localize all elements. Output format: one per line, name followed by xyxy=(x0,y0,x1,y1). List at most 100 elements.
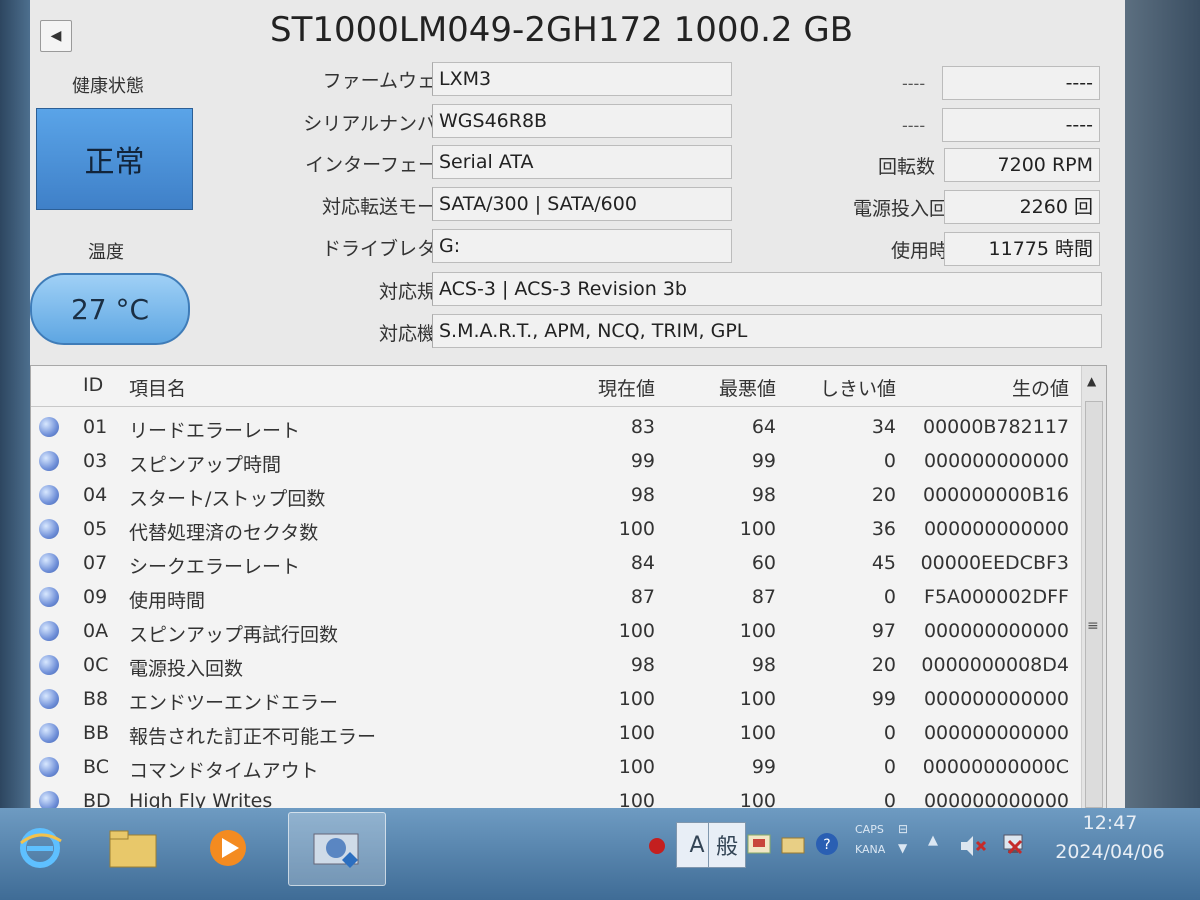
cell-worst: 64 xyxy=(751,416,776,438)
temperature-label: 温度 xyxy=(88,242,124,263)
drive-letter-field: G: xyxy=(432,229,732,263)
column-name[interactable]: 項目名 xyxy=(129,374,186,401)
status-dot-icon xyxy=(39,791,59,808)
column-worst[interactable]: 最悪値 xyxy=(719,374,776,401)
red-balloon-icon xyxy=(649,838,665,854)
ime-mode-label: A xyxy=(689,832,705,858)
cell-worst: 100 xyxy=(739,518,776,540)
media-player-button[interactable] xyxy=(193,818,263,878)
cell-threshold: 97 xyxy=(871,620,896,642)
cell-current: 98 xyxy=(630,484,655,506)
standard-field: ACS-3 | ACS-3 Revision 3b xyxy=(432,272,1102,306)
column-id[interactable]: ID xyxy=(83,374,103,396)
network-button[interactable] xyxy=(995,824,1031,866)
table-row[interactable]: BC コマンドタイムアウト 100 99 0 00000000000C xyxy=(31,751,1081,784)
status-dot-icon xyxy=(39,587,59,607)
table-row[interactable]: 05 代替処理済のセクタ数 100 100 36 000000000000 xyxy=(31,513,1081,546)
column-current[interactable]: 現在値 xyxy=(598,374,655,401)
scroll-grip-icon: ≡ xyxy=(1087,618,1099,634)
table-scrollbar[interactable]: ▲ ≡ xyxy=(1081,366,1106,808)
folder-icon xyxy=(109,830,157,868)
cell-threshold: 20 xyxy=(871,654,896,676)
column-threshold[interactable]: しきい値 xyxy=(820,374,896,401)
ime-general-button[interactable]: 般 xyxy=(708,822,746,868)
cell-id: BD xyxy=(83,790,111,808)
table-row[interactable]: 07 シークエラーレート 84 60 45 00000EEDCBF3 xyxy=(31,547,1081,580)
cell-name: リードエラーレート xyxy=(129,420,301,442)
cell-current: 100 xyxy=(618,790,655,808)
status-dot-icon xyxy=(39,451,59,471)
clock-date[interactable]: 2024/04/06 xyxy=(1040,841,1180,863)
status-dot-icon xyxy=(39,723,59,743)
right-info-field-2: ---- xyxy=(942,108,1100,142)
explorer-button[interactable] xyxy=(98,818,168,878)
table-row[interactable]: BD High Fly Writes 100 100 0 000000000000 xyxy=(31,785,1081,808)
cell-worst: 60 xyxy=(751,552,776,574)
cell-id: 04 xyxy=(83,484,108,506)
features-field: S.M.A.R.T., APM, NCQ, TRIM, GPL xyxy=(432,314,1102,348)
table-row[interactable]: 0C 電源投入回数 98 98 20 0000000008D4 xyxy=(31,649,1081,682)
scroll-thumb[interactable] xyxy=(1085,401,1103,808)
health-status-button[interactable]: 正常 xyxy=(36,108,193,210)
cell-raw: 000000000000 xyxy=(923,722,1069,744)
cell-threshold: 0 xyxy=(883,722,896,744)
cell-id: BC xyxy=(83,756,109,778)
column-raw[interactable]: 生の値 xyxy=(1012,374,1069,401)
cell-name: スピンアップ時間 xyxy=(129,454,282,476)
cell-current: 100 xyxy=(618,688,655,710)
cell-worst: 100 xyxy=(739,722,776,744)
cell-worst: 99 xyxy=(751,756,776,778)
speaker-muted-icon xyxy=(961,836,987,856)
cell-worst: 98 xyxy=(751,654,776,676)
cell-raw: 000000000000 xyxy=(923,620,1069,642)
volume-button[interactable] xyxy=(955,826,991,866)
rotation-label: 回転数 xyxy=(877,156,935,178)
cell-name: コマンドタイムアウト xyxy=(129,760,319,782)
prev-disk-button[interactable]: ◀ xyxy=(40,20,72,52)
table-row[interactable]: 09 使用時間 87 87 0 F5A000002DFF xyxy=(31,581,1081,614)
firmware-field: LXM3 xyxy=(432,62,732,96)
table-row[interactable]: 0A スピンアップ再試行回数 100 100 97 000000000000 xyxy=(31,615,1081,648)
cell-id: 09 xyxy=(83,586,108,608)
cell-name: High Fly Writes xyxy=(129,790,273,808)
cell-worst: 100 xyxy=(739,790,776,808)
ime-dictionary-button[interactable] xyxy=(742,822,776,866)
kana-dropdown-icon[interactable]: ▼ xyxy=(898,841,907,855)
interface-field: Serial ATA xyxy=(432,145,732,179)
cell-raw: F5A000002DFF xyxy=(923,586,1069,608)
cell-raw: 000000000000 xyxy=(923,790,1069,808)
temperature-value: 27 °C xyxy=(70,292,150,326)
cell-threshold: 20 xyxy=(871,484,896,506)
cell-worst: 98 xyxy=(751,484,776,506)
cell-raw: 000000000B16 xyxy=(922,484,1069,506)
cell-threshold: 0 xyxy=(883,756,896,778)
status-dot-icon xyxy=(39,485,59,505)
cell-current: 100 xyxy=(618,756,655,778)
taskbar: A 般 ? CAPS KANA ⊟ ▼ ▲ 12:47 2024/04/06 xyxy=(0,808,1200,900)
media-player-icon xyxy=(210,830,246,866)
serial-field: WGS46R8B xyxy=(432,104,732,138)
cell-threshold: 45 xyxy=(871,552,896,574)
caps-option-icon[interactable]: ⊟ xyxy=(898,822,908,836)
ime-tools-button[interactable] xyxy=(776,822,810,866)
status-dot-icon xyxy=(39,417,59,437)
crystaldiskinfo-taskbar-button[interactable] xyxy=(288,812,386,886)
cell-current: 100 xyxy=(618,620,655,642)
scroll-up-arrow-icon[interactable]: ▲ xyxy=(1087,374,1096,388)
table-row[interactable]: BB 報告された訂正不可能エラー 100 100 0 000000000000 xyxy=(31,717,1081,750)
table-row[interactable]: B8 エンドツーエンドエラー 100 100 99 000000000000 xyxy=(31,683,1081,716)
ie-browser-button[interactable] xyxy=(5,818,75,878)
table-row[interactable]: 03 スピンアップ時間 99 99 0 000000000000 xyxy=(31,445,1081,478)
notification-balloon-button[interactable] xyxy=(640,826,674,866)
table-row[interactable]: 01 リードエラーレート 83 64 34 00000B782117 xyxy=(31,411,1081,444)
clock-time[interactable]: 12:47 xyxy=(1060,812,1160,834)
cell-id: 01 xyxy=(83,416,108,438)
status-dot-icon xyxy=(39,655,59,675)
status-dot-icon xyxy=(39,553,59,573)
caps-indicator: CAPS xyxy=(855,823,884,836)
temperature-button[interactable]: 27 °C xyxy=(30,273,190,345)
table-row[interactable]: 04 スタート/ストップ回数 98 98 20 000000000B16 xyxy=(31,479,1081,512)
rotation-field: 7200 RPM xyxy=(944,148,1100,182)
help-button[interactable]: ? xyxy=(810,824,844,864)
show-hidden-icons-button[interactable]: ▲ xyxy=(928,833,938,848)
